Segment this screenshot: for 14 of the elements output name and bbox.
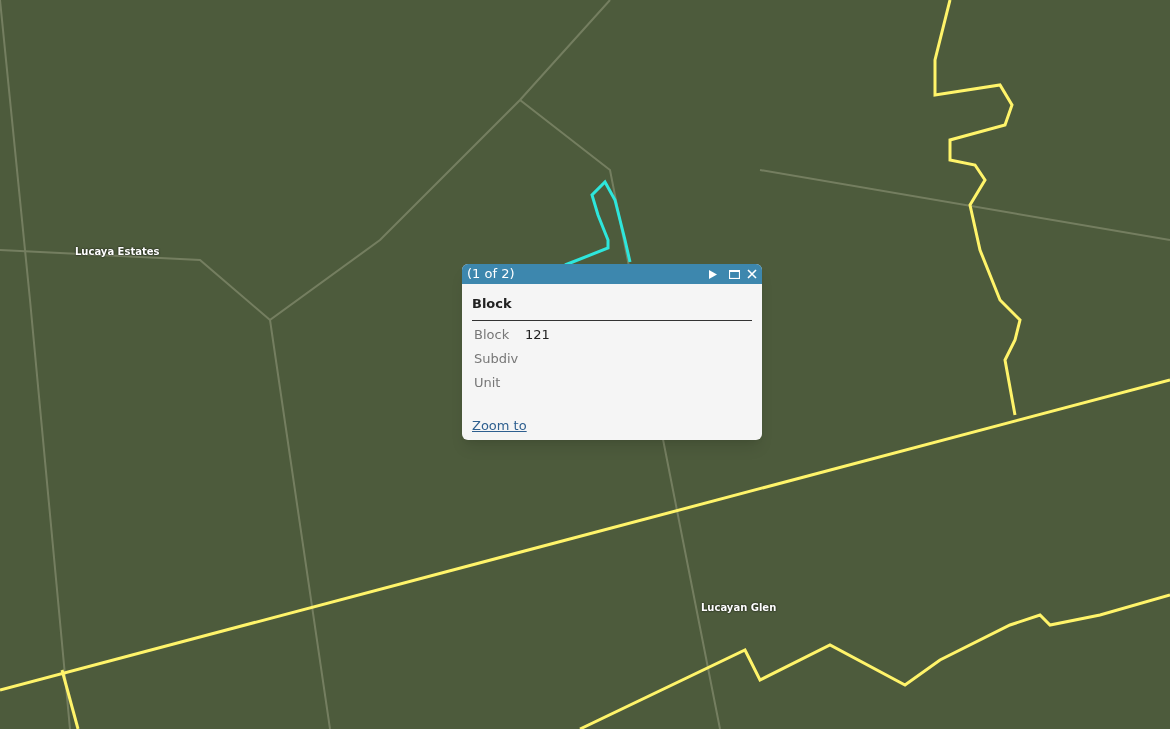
maximize-icon[interactable] [729,269,740,279]
boundary-line [60,669,80,729]
map-label: Lucaya Estates [75,245,160,259]
close-icon[interactable] [747,269,757,279]
field-label: Subdiv [474,350,520,369]
field-label: Block [474,326,511,345]
popup-title: Block [472,284,752,321]
map-label: Lucayan Glen [701,601,777,615]
field-value: 121 [525,326,550,345]
satellite-map[interactable]: Lucaya Estates Lucayan Glen (1 of 2) Block Block 121 Subdiv Unit Zoom to [0,0,1170,729]
pager-text: (1 of 2) [467,265,516,284]
field-label: Unit [474,374,502,393]
zoom-to-link[interactable]: Zoom to [472,415,527,435]
next-icon[interactable] [709,269,717,279]
